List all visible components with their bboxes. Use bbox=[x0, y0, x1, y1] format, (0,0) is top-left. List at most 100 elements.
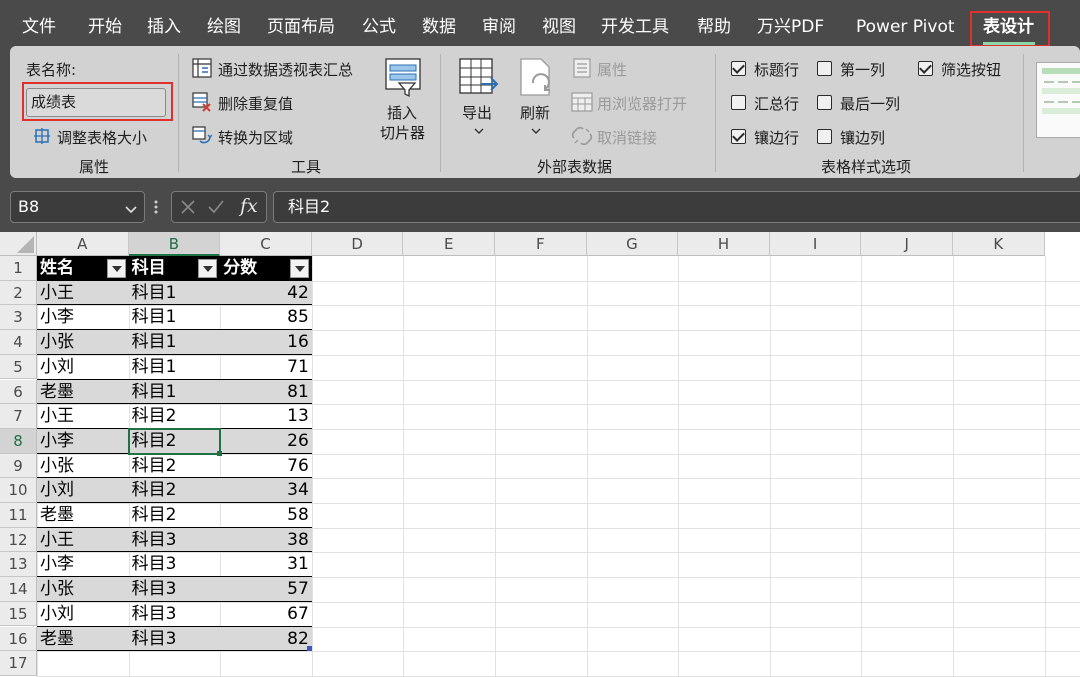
row-header-1[interactable]: 1 bbox=[0, 256, 37, 281]
menu-page-layout[interactable]: 页面布局 bbox=[267, 14, 335, 40]
table-cell[interactable]: 85 bbox=[220, 305, 312, 330]
table-resize-handle[interactable] bbox=[306, 646, 312, 652]
row-header-5[interactable]: 5 bbox=[0, 354, 37, 380]
table-cell[interactable]: 科目3 bbox=[129, 552, 221, 577]
column-header-g[interactable]: G bbox=[586, 232, 679, 256]
convert-to-range-button[interactable]: 转换为区域 bbox=[218, 127, 293, 148]
menu-wondershare-pdf[interactable]: 万兴PDF bbox=[757, 14, 824, 40]
more-options-icon[interactable] bbox=[153, 198, 159, 220]
column-header-b[interactable]: B bbox=[128, 232, 221, 256]
banded-columns-checkbox[interactable] bbox=[817, 129, 832, 144]
filter-dropdown-button[interactable] bbox=[289, 258, 309, 278]
table-cell[interactable]: 科目1 bbox=[129, 281, 221, 306]
table-cell[interactable]: 小刘 bbox=[37, 478, 129, 503]
table-cell[interactable]: 科目1 bbox=[129, 380, 221, 405]
table-cell[interactable]: 71 bbox=[220, 355, 312, 380]
table-cell[interactable]: 科目3 bbox=[129, 627, 221, 652]
table-cell[interactable]: 31 bbox=[220, 552, 312, 577]
row-header-9[interactable]: 9 bbox=[0, 453, 37, 479]
table-cell[interactable]: 科目1 bbox=[129, 305, 221, 330]
table-cell[interactable]: 82 bbox=[220, 627, 312, 652]
table-cell[interactable]: 老墨 bbox=[37, 503, 129, 528]
table-style-gallery-icon[interactable] bbox=[1036, 62, 1080, 142]
insert-slicer-button[interactable]: 插入 bbox=[387, 102, 417, 123]
column-header-h[interactable]: H bbox=[678, 232, 770, 256]
table-cell[interactable]: 小张 bbox=[37, 577, 129, 602]
table-cell[interactable]: 科目1 bbox=[129, 330, 221, 355]
enter-icon[interactable] bbox=[207, 199, 225, 219]
open-in-browser-button[interactable]: 用浏览器打开 bbox=[597, 93, 687, 114]
table-cell[interactable]: 科目1 bbox=[129, 355, 221, 380]
menu-review[interactable]: 审阅 bbox=[482, 14, 516, 40]
column-header-a[interactable]: A bbox=[37, 232, 129, 256]
table-cell[interactable]: 16 bbox=[220, 330, 312, 355]
row-header-12[interactable]: 12 bbox=[0, 527, 37, 553]
total-row-checkbox[interactable] bbox=[731, 95, 746, 110]
table-cell[interactable]: 小王 bbox=[37, 404, 129, 429]
resize-table-button[interactable]: 调整表格大小 bbox=[57, 127, 147, 148]
remove-duplicates-button[interactable]: 删除重复值 bbox=[218, 93, 293, 114]
table-cell[interactable]: 34 bbox=[220, 478, 312, 503]
properties-button[interactable]: 属性 bbox=[597, 59, 627, 80]
table-cell[interactable]: 科目3 bbox=[129, 528, 221, 553]
row-header-17[interactable]: 17 bbox=[0, 651, 37, 676]
table-cell[interactable]: 小王 bbox=[37, 281, 129, 306]
table-cell[interactable]: 小刘 bbox=[37, 355, 129, 380]
table-cell[interactable]: 38 bbox=[220, 528, 312, 553]
menu-file[interactable]: 文件 bbox=[22, 14, 56, 40]
table-cell[interactable]: 老墨 bbox=[37, 627, 129, 652]
table-cell[interactable]: 科目2 bbox=[129, 478, 221, 503]
table-cell[interactable]: 57 bbox=[220, 577, 312, 602]
export-button[interactable]: 导出 bbox=[462, 102, 492, 123]
unlink-button[interactable]: 取消链接 bbox=[597, 127, 657, 148]
table-cell[interactable]: 42 bbox=[220, 281, 312, 306]
table-cell[interactable]: 26 bbox=[220, 429, 312, 454]
row-header-15[interactable]: 15 bbox=[0, 601, 37, 627]
row-header-7[interactable]: 7 bbox=[0, 404, 37, 429]
table-cell[interactable]: 13 bbox=[220, 404, 312, 429]
menu-developer[interactable]: 开发工具 bbox=[601, 14, 669, 40]
table-cell[interactable]: 科目3 bbox=[129, 602, 221, 627]
row-header-4[interactable]: 4 bbox=[0, 330, 37, 355]
first-column-checkbox[interactable] bbox=[817, 61, 832, 76]
row-header-10[interactable]: 10 bbox=[0, 478, 37, 503]
table-cell[interactable]: 科目3 bbox=[129, 577, 221, 602]
insert-slicer-button-line2[interactable]: 切片器 bbox=[380, 122, 425, 143]
table-cell[interactable]: 老墨 bbox=[37, 380, 129, 405]
column-header-f[interactable]: F bbox=[495, 232, 587, 256]
refresh-button[interactable]: 刷新 bbox=[520, 102, 550, 123]
formula-input[interactable]: 科目2 bbox=[273, 191, 1080, 223]
column-header-c[interactable]: C bbox=[220, 232, 312, 256]
menu-insert[interactable]: 插入 bbox=[147, 14, 181, 40]
table-cell[interactable]: 科目2 bbox=[129, 503, 221, 528]
table-cell[interactable]: 小王 bbox=[37, 528, 129, 553]
column-header-e[interactable]: E bbox=[403, 232, 495, 256]
filter-dropdown-button[interactable] bbox=[198, 258, 218, 278]
table-cell[interactable]: 小刘 bbox=[37, 602, 129, 627]
table-cell[interactable]: 67 bbox=[220, 602, 312, 627]
row-header-3[interactable]: 3 bbox=[0, 305, 37, 331]
menu-help[interactable]: 帮助 bbox=[697, 14, 731, 40]
pivot-summary-button[interactable]: 通过数据透视表汇总 bbox=[218, 59, 353, 80]
column-header-i[interactable]: I bbox=[769, 232, 862, 256]
table-cell[interactable]: 58 bbox=[220, 503, 312, 528]
row-header-13[interactable]: 13 bbox=[0, 552, 37, 578]
menu-power-pivot[interactable]: Power Pivot bbox=[856, 14, 955, 40]
row-header-16[interactable]: 16 bbox=[0, 626, 37, 652]
table-cell[interactable]: 小张 bbox=[37, 454, 129, 479]
column-header-j[interactable]: J bbox=[861, 232, 953, 256]
table-cell[interactable]: 81 bbox=[220, 380, 312, 405]
column-header-k[interactable]: K bbox=[953, 232, 1045, 256]
select-all-corner[interactable] bbox=[0, 232, 37, 256]
table-cell[interactable]: 小李 bbox=[37, 429, 129, 454]
fill-handle[interactable] bbox=[217, 450, 223, 456]
filter-dropdown-button[interactable] bbox=[106, 258, 126, 278]
spreadsheet-grid[interactable]: A B C D E F G H I J K 1 2 3 4 5 6 7 8 9 10 11 12 13 14 15 16 17 姓名 科目… bbox=[0, 232, 1080, 677]
row-header-2[interactable]: 2 bbox=[0, 280, 37, 306]
last-column-checkbox[interactable] bbox=[817, 95, 832, 110]
header-row-checkbox[interactable] bbox=[731, 61, 746, 76]
menu-draw[interactable]: 绘图 bbox=[207, 14, 241, 40]
menu-data[interactable]: 数据 bbox=[422, 14, 456, 40]
row-header-14[interactable]: 14 bbox=[0, 577, 37, 602]
table-cell[interactable]: 小李 bbox=[37, 305, 129, 330]
